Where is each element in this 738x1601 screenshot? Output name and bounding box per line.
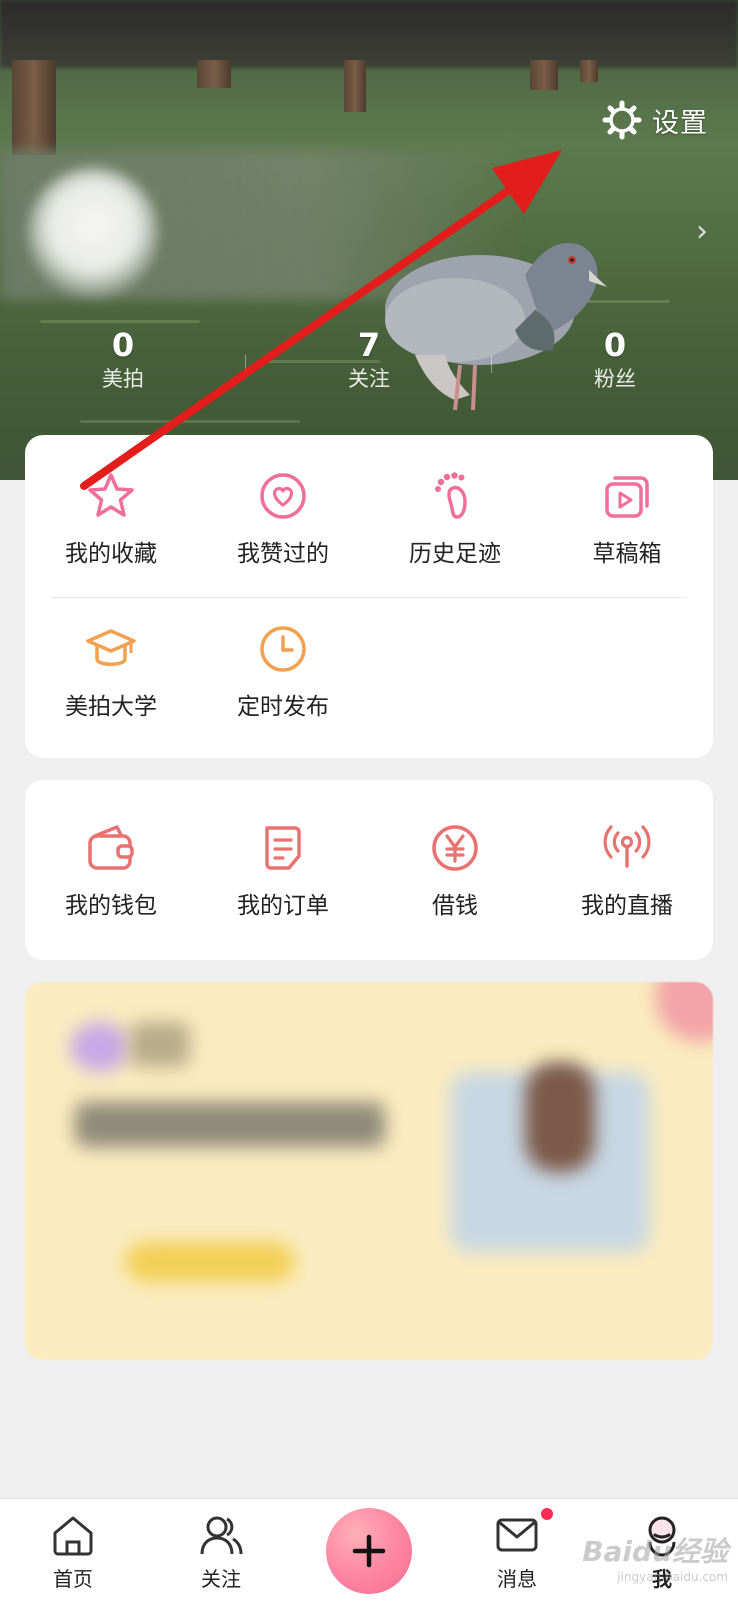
tab-label: 消息 — [497, 1567, 537, 1591]
message-icon — [496, 1518, 538, 1552]
tab-follow[interactable]: 关注 — [171, 1511, 271, 1592]
create-post-button[interactable] — [326, 1508, 412, 1594]
tab-label: 关注 — [201, 1567, 241, 1591]
home-icon — [53, 1516, 93, 1556]
tab-label: 首页 — [53, 1567, 93, 1591]
watermark-logo: Baidu经验 jingyan.baidu.com — [582, 1530, 728, 1584]
tab-home[interactable]: 首页 — [23, 1511, 123, 1592]
watermark-brand: Baidu经验 — [582, 1535, 728, 1568]
tab-messages[interactable]: 消息 — [467, 1511, 567, 1592]
annotation-arrow — [80, 150, 562, 490]
plus-icon — [352, 1534, 386, 1568]
notification-dot — [541, 1508, 553, 1520]
watermark-url: jingyan.baidu.com — [617, 1570, 728, 1584]
follow-icon — [200, 1516, 243, 1555]
